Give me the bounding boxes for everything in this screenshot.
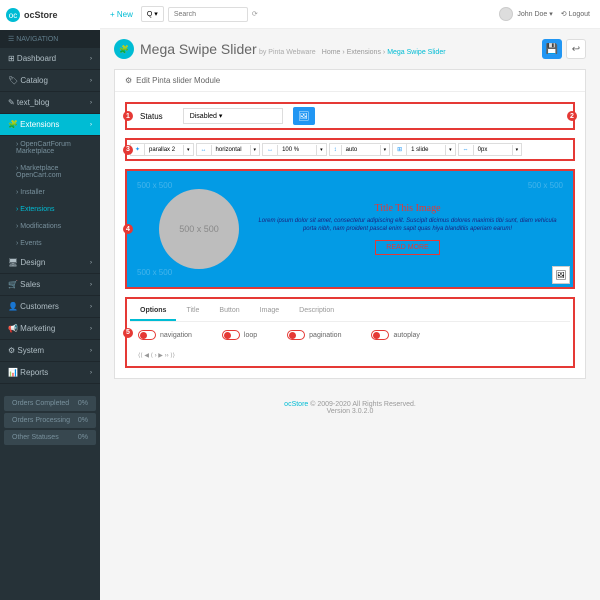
marker-2: 2	[567, 111, 577, 121]
nav-item-reports[interactable]: 📊 Reports›	[0, 362, 100, 384]
topbar: + New Q ▾ ⟳ John Doe ▾ ⟲ Logout	[100, 0, 600, 29]
sidebar: oc ocStore ☰ NAVIGATION ⊞ Dashboard›🏷 Cat…	[0, 0, 100, 600]
nav-item-design[interactable]: 🖥 Design›	[0, 252, 100, 274]
nav-item-extensions[interactable]: 🧩 Extensions›	[0, 114, 100, 136]
nav-item-marketing[interactable]: 📢 Marketing›	[0, 318, 100, 340]
nav-item-customers[interactable]: 👤 Customers›	[0, 296, 100, 318]
nav-item-sales[interactable]: 🛒 Sales›	[0, 274, 100, 296]
nav-item-catalog[interactable]: 🏷 Catalog›	[0, 70, 100, 92]
option-select[interactable]: ↔horizontal▾	[196, 143, 261, 156]
tab-button[interactable]: Button	[209, 302, 249, 321]
nav-sub[interactable]: › Events	[0, 235, 100, 252]
slide-read-more-button[interactable]: READ MORE	[375, 240, 439, 255]
page-header: 🧩 Mega Swipe Slider by Pinta Webware Hom…	[100, 29, 600, 69]
option-select[interactable]: ↔100 %▾	[262, 143, 327, 156]
stat-item: Orders Processing0%	[4, 413, 96, 428]
options-row: 3 ✦parallax 2▾↔horizontal▾↔100 %▾↕auto▾⊞…	[125, 138, 575, 161]
panel-header: ⚙ Edit Pinta slider Module	[115, 70, 585, 92]
breadcrumb: Home › Extensions › Mega Swipe Slider	[318, 49, 446, 56]
nav-sub[interactable]: › Modifications	[0, 218, 100, 235]
nav-sub[interactable]: › OpenCartForum Marketplace	[0, 136, 100, 160]
slide-title: Title This Image	[254, 203, 561, 214]
search-filter-dropdown[interactable]: Q ▾	[141, 6, 164, 22]
nav-sub[interactable]: › Marketplace OpenCart.com	[0, 160, 100, 184]
nav-item-system[interactable]: ⚙ System›	[0, 340, 100, 362]
option-select[interactable]: ↕auto▾	[329, 143, 391, 156]
nav-header: ☰ NAVIGATION	[0, 30, 100, 48]
stat-item: Other Statuses0%	[4, 430, 96, 445]
logout-button[interactable]: ⟲ Logout	[561, 10, 590, 18]
new-button[interactable]: + New	[110, 10, 133, 19]
avatar	[499, 7, 513, 21]
nav-item-dashboard[interactable]: ⊞ Dashboard›	[0, 48, 100, 70]
option-select[interactable]: ✦parallax 2▾	[130, 143, 194, 156]
option-select[interactable]: ⊞1 slide▾	[392, 143, 456, 156]
nav-sub[interactable]: › Extensions	[0, 201, 100, 218]
back-button[interactable]: ↩	[566, 39, 586, 59]
toggle-navigation[interactable]: navigation	[138, 330, 192, 340]
save-button[interactable]: 💾	[542, 39, 562, 59]
tabs-section: 5 OptionsTitleButtonImageDescription nav…	[125, 297, 575, 368]
logo-text: ocStore	[24, 10, 58, 20]
option-select[interactable]: ⇔0px▾	[458, 143, 523, 156]
edit-panel: ⚙ Edit Pinta slider Module 1 Status Disa…	[114, 69, 586, 379]
footer-link[interactable]: ocStore	[284, 401, 308, 408]
main: + New Q ▾ ⟳ John Doe ▾ ⟲ Logout 🧩 Mega S…	[100, 0, 600, 600]
tab-description[interactable]: Description	[289, 302, 344, 321]
slide-image-icon[interactable]: 🖼	[552, 266, 570, 284]
logo[interactable]: oc ocStore	[0, 0, 100, 30]
footer: ocStore © 2009-2020 All Rights Reserved.…	[100, 393, 600, 423]
slide-preview: 4 500 x 500 500 x 500 500 x 500 500 x 50…	[125, 169, 575, 289]
search-input[interactable]	[168, 7, 248, 22]
nav-item-text_blog[interactable]: ✎ text_blog›	[0, 92, 100, 114]
marker-5: 5	[123, 328, 133, 338]
image-button[interactable]: 🖼	[293, 107, 315, 125]
user-menu[interactable]: John Doe ▾	[499, 7, 552, 21]
marker-1: 1	[123, 111, 133, 121]
page-title: Mega Swipe Slider	[140, 41, 257, 57]
tabs: OptionsTitleButtonImageDescription	[130, 302, 570, 322]
logo-icon: oc	[6, 8, 20, 22]
tab-options[interactable]: Options	[130, 302, 176, 321]
marker-4: 4	[123, 224, 133, 234]
slide-image-placeholder[interactable]: 500 x 500	[159, 189, 239, 269]
tab-content: navigation loop pagination autoplay	[130, 322, 570, 348]
toggle-pagination[interactable]: pagination	[287, 330, 341, 340]
stat-item: Orders Completed0%	[4, 396, 96, 411]
small-controls: ⟨⟨ ◀ ⟨ › ▶ ›› ⟩⟩	[130, 348, 570, 363]
nav-sub[interactable]: › Installer	[0, 184, 100, 201]
slide-text: Lorem ipsum dolor sit amet, consectetur …	[254, 218, 561, 234]
page-subtitle: by Pinta Webware	[259, 49, 316, 56]
loading-icon: ⟳	[252, 10, 258, 18]
status-row: 1 Status Disabled ▾ 🖼 2	[125, 102, 575, 130]
status-select[interactable]: Disabled ▾	[183, 108, 283, 124]
toggle-autoplay[interactable]: autoplay	[371, 330, 419, 340]
page-icon: 🧩	[114, 39, 134, 59]
status-label: Status	[130, 112, 173, 121]
tab-title[interactable]: Title	[176, 302, 209, 321]
tab-image[interactable]: Image	[250, 302, 289, 321]
marker-3: 3	[123, 145, 133, 155]
toggle-loop[interactable]: loop	[222, 330, 257, 340]
